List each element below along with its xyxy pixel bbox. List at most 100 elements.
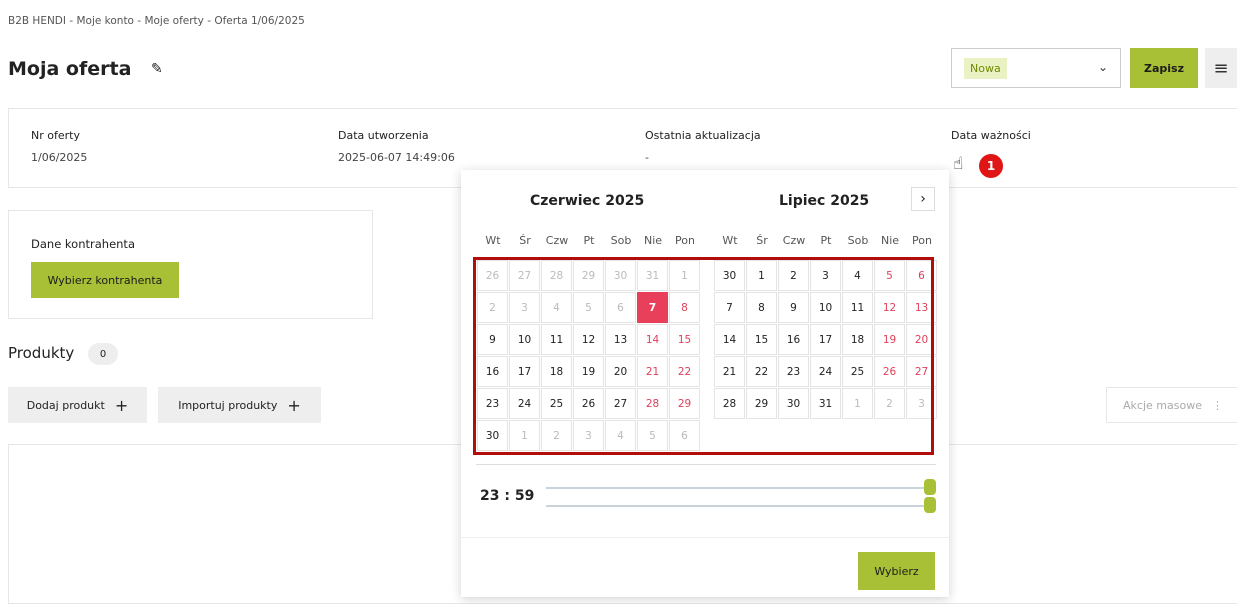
calendar-day[interactable]: 28 <box>541 260 572 291</box>
calendar-day[interactable]: 26 <box>573 388 604 419</box>
calendar-day[interactable]: 7 <box>714 292 745 323</box>
calendar-day[interactable]: 8 <box>746 292 777 323</box>
calendar-day[interactable]: 11 <box>541 324 572 355</box>
calendar-day[interactable]: 23 <box>477 388 508 419</box>
calendar-day[interactable]: 3 <box>906 388 937 419</box>
calendar-day[interactable]: 31 <box>810 388 841 419</box>
calendar-day[interactable]: 25 <box>842 356 873 387</box>
calendar-day[interactable]: 6 <box>906 260 937 291</box>
calendar-day[interactable]: 10 <box>509 324 540 355</box>
calendar-day[interactable]: 18 <box>842 324 873 355</box>
calendar-day[interactable]: 19 <box>573 356 604 387</box>
calendar-day[interactable]: 14 <box>714 324 745 355</box>
expiry-block: Data ważności <box>951 129 1031 142</box>
calendar-day[interactable]: 30 <box>605 260 636 291</box>
calendar-day[interactable]: 26 <box>477 260 508 291</box>
calendar-day[interactable]: 27 <box>906 356 937 387</box>
calendar-day[interactable]: 12 <box>874 292 905 323</box>
calendar-day[interactable]: 24 <box>810 356 841 387</box>
status-select[interactable]: Nowa ⌄ <box>951 48 1121 88</box>
edit-title-icon[interactable]: ✎ <box>151 61 163 77</box>
calendar-day-selected[interactable]: 7 <box>637 292 668 323</box>
add-product-button[interactable]: Dodaj produkt + <box>8 387 147 423</box>
calendar-day[interactable]: 9 <box>778 292 809 323</box>
calendar-day[interactable]: 16 <box>778 324 809 355</box>
calendar-day[interactable]: 17 <box>810 324 841 355</box>
calendar-day[interactable]: 22 <box>669 356 700 387</box>
menu-icon[interactable]: ≡ <box>1205 48 1237 88</box>
calendar-day[interactable]: 4 <box>605 420 636 451</box>
calendar-day[interactable]: 4 <box>842 260 873 291</box>
hour-slider-handle[interactable] <box>924 479 936 495</box>
calendar-day[interactable]: 6 <box>669 420 700 451</box>
calendar-day[interactable]: 29 <box>746 388 777 419</box>
calendar-day[interactable]: 16 <box>477 356 508 387</box>
calendar-day[interactable]: 12 <box>573 324 604 355</box>
calendar-day[interactable]: 2 <box>778 260 809 291</box>
minute-slider[interactable] <box>546 505 929 507</box>
calendar-day[interactable]: 26 <box>874 356 905 387</box>
calendar-day[interactable]: 21 <box>637 356 668 387</box>
calendar-day[interactable]: 8 <box>669 292 700 323</box>
calendar-day[interactable]: 31 <box>637 260 668 291</box>
calendar-day[interactable]: 30 <box>477 420 508 451</box>
calendar-day[interactable]: 28 <box>637 388 668 419</box>
choose-client-button[interactable]: Wybierz kontrahenta <box>31 262 179 298</box>
calendar-day[interactable]: 5 <box>874 260 905 291</box>
calendar-day[interactable]: 3 <box>573 420 604 451</box>
calendar-day[interactable]: 1 <box>509 420 540 451</box>
calendar-day[interactable]: 30 <box>778 388 809 419</box>
calendar-day[interactable]: 4 <box>541 292 572 323</box>
calendar-day[interactable]: 11 <box>842 292 873 323</box>
calendar-day[interactable]: 22 <box>746 356 777 387</box>
client-label: Dane kontrahenta <box>31 237 135 251</box>
calendar-day[interactable]: 5 <box>573 292 604 323</box>
cursor-hand-icon[interactable]: ☝ <box>953 154 963 174</box>
weekday-label: Wt <box>485 234 501 247</box>
calendar-day[interactable]: 3 <box>810 260 841 291</box>
calendar-day[interactable]: 27 <box>509 260 540 291</box>
calendar-day[interactable]: 13 <box>906 292 937 323</box>
calendar-day[interactable]: 1 <box>842 388 873 419</box>
calendar-day[interactable]: 21 <box>714 356 745 387</box>
calendar-day[interactable]: 25 <box>541 388 572 419</box>
calendar-day[interactable]: 10 <box>810 292 841 323</box>
calendar-day[interactable]: 17 <box>509 356 540 387</box>
calendar-day[interactable]: 3 <box>509 292 540 323</box>
calendar-day[interactable]: 5 <box>637 420 668 451</box>
calendar-day[interactable]: 28 <box>714 388 745 419</box>
calendar-day[interactable]: 19 <box>874 324 905 355</box>
calendar-day[interactable]: 29 <box>669 388 700 419</box>
calendar-day[interactable]: 27 <box>605 388 636 419</box>
calendar-day[interactable]: 13 <box>605 324 636 355</box>
calendar-day[interactable]: 15 <box>746 324 777 355</box>
calendar-day[interactable]: 18 <box>541 356 572 387</box>
calendar-day[interactable]: 30 <box>714 260 745 291</box>
calendar-day[interactable]: 23 <box>778 356 809 387</box>
calendar-day[interactable]: 2 <box>477 292 508 323</box>
calendar-day[interactable]: 1 <box>669 260 700 291</box>
calendar-day[interactable]: 29 <box>573 260 604 291</box>
offer-number-value: 1/06/2025 <box>31 151 88 164</box>
calendar-day[interactable]: 20 <box>906 324 937 355</box>
breadcrumb[interactable]: B2B HENDI - Moje konto - Moje oferty - O… <box>8 15 305 27</box>
calendar-day[interactable]: 9 <box>477 324 508 355</box>
weekday-label: Śr <box>519 234 531 247</box>
calendar-day[interactable]: 2 <box>541 420 572 451</box>
weekday-label: Śr <box>756 234 768 247</box>
choose-date-button[interactable]: Wybierz <box>858 552 935 590</box>
save-button[interactable]: Zapisz <box>1130 48 1198 88</box>
calendar-day[interactable]: 20 <box>605 356 636 387</box>
calendar-day[interactable]: 6 <box>605 292 636 323</box>
next-month-icon[interactable]: › <box>911 187 935 211</box>
calendar-day[interactable]: 15 <box>669 324 700 355</box>
products-count-badge: 0 <box>88 343 118 365</box>
calendar-day[interactable]: 2 <box>874 388 905 419</box>
calendar-day[interactable]: 24 <box>509 388 540 419</box>
bulk-actions-button[interactable]: Akcje masowe ⋮ <box>1106 387 1237 423</box>
minute-slider-handle[interactable] <box>924 497 936 513</box>
calendar-day[interactable]: 1 <box>746 260 777 291</box>
import-products-button[interactable]: Importuj produkty + <box>158 387 321 423</box>
hour-slider[interactable] <box>546 487 929 489</box>
calendar-day[interactable]: 14 <box>637 324 668 355</box>
